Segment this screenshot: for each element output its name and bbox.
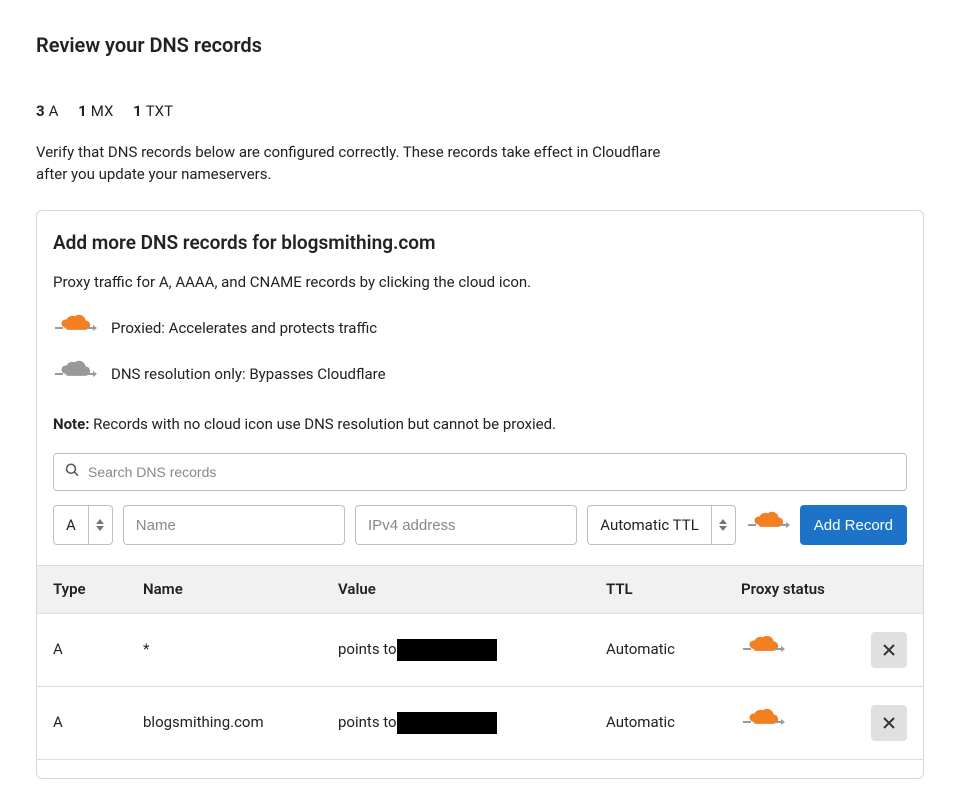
delete-button[interactable]	[871, 632, 907, 668]
th-type: Type	[53, 578, 143, 601]
cell-proxy	[741, 708, 861, 737]
close-icon	[882, 716, 896, 730]
record-counts: 3A 1MX 1TXT	[36, 100, 924, 123]
cloud-proxied-icon	[53, 314, 97, 343]
table-row: A blogsmithing.com points to Automatic	[37, 687, 923, 760]
cloud-proxied-icon[interactable]	[741, 708, 785, 737]
description-text: Verify that DNS records below are config…	[36, 141, 686, 186]
add-record-button[interactable]: Add Record	[800, 505, 907, 545]
cell-ttl: Automatic	[606, 711, 741, 734]
page-title: Review your DNS records	[36, 30, 924, 60]
add-record-row: A Automatic TTL Add Record	[53, 505, 907, 545]
record-name-input[interactable]	[123, 505, 345, 545]
legend-dns-only-label: DNS resolution only: Bypasses Cloudflare	[111, 363, 386, 386]
search-input[interactable]	[53, 453, 907, 491]
dns-card: Add more DNS records for blogsmithing.co…	[36, 210, 924, 779]
table-row: A * points to Automatic	[37, 614, 923, 687]
cell-type: A	[53, 711, 143, 734]
legend-proxied-label: Proxied: Accelerates and protects traffi…	[111, 317, 377, 340]
th-ttl: TTL	[606, 578, 741, 601]
dns-table: Type Name Value TTL Proxy status A * poi…	[37, 565, 923, 760]
table-header: Type Name Value TTL Proxy status	[37, 565, 923, 614]
th-value: Value	[338, 578, 606, 601]
redacted-value	[397, 639, 497, 661]
th-name: Name	[143, 578, 338, 601]
cell-name: blogsmithing.com	[143, 711, 338, 734]
note-text: Note: Records with no cloud icon use DNS…	[53, 413, 907, 436]
cloud-proxied-icon[interactable]	[741, 635, 785, 664]
record-type-select[interactable]: A	[53, 505, 113, 545]
close-icon	[882, 643, 896, 657]
cell-name: *	[143, 638, 338, 661]
record-ttl-select[interactable]: Automatic TTL	[587, 505, 736, 545]
card-title: Add more DNS records for blogsmithing.co…	[53, 229, 907, 258]
cell-proxy	[741, 635, 861, 664]
card-subtext: Proxy traffic for A, AAAA, and CNAME rec…	[53, 271, 907, 294]
delete-button[interactable]	[871, 705, 907, 741]
th-proxy: Proxy status	[741, 578, 861, 601]
chevron-updown-icon	[88, 506, 112, 544]
search-icon	[65, 461, 79, 484]
record-ip-input[interactable]	[355, 505, 577, 545]
cell-value: points to	[338, 638, 606, 661]
legend-proxied: Proxied: Accelerates and protects traffi…	[53, 314, 907, 343]
cloud-dns-only-icon	[53, 360, 97, 389]
proxy-toggle[interactable]	[746, 511, 790, 540]
cell-ttl: Automatic	[606, 638, 741, 661]
cell-type: A	[53, 638, 143, 661]
legend-dns-only: DNS resolution only: Bypasses Cloudflare	[53, 360, 907, 389]
redacted-value	[397, 712, 497, 734]
chevron-updown-icon	[711, 506, 735, 544]
cell-value: points to	[338, 711, 606, 734]
